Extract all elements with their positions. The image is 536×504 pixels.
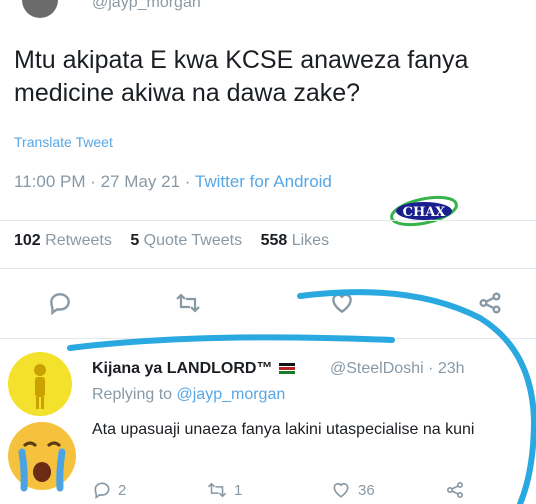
reply-retweet-button[interactable]: 1 (206, 480, 242, 500)
meta-separator: · (184, 172, 191, 191)
reply-avatar[interactable] (8, 352, 72, 416)
divider (0, 220, 536, 221)
meta-separator: · (428, 360, 438, 377)
reply-button[interactable] (40, 286, 80, 320)
translate-tweet-link[interactable]: Translate Tweet (14, 134, 113, 150)
replying-to: Replying to @jayp_morgan (92, 386, 285, 404)
quote-tweets-stat[interactable]: 5 Quote Tweets (130, 232, 242, 249)
reply-reply-button[interactable]: 2 (92, 480, 126, 500)
reply-handle-text: @SteelDoshi (330, 360, 424, 377)
author-handle[interactable]: @jayp_morgan (92, 0, 201, 12)
reply-time[interactable]: 23h (438, 360, 465, 377)
reply-count: 2 (118, 481, 127, 499)
share-icon (479, 292, 501, 314)
reply-like-button[interactable]: 36 (330, 480, 375, 500)
share-button[interactable] (470, 286, 510, 320)
kenya-flag-icon (278, 363, 295, 375)
retweet-button[interactable] (168, 286, 208, 320)
tweet-text: Mtu akipata E kwa KCSE anaweza fanya med… (14, 46, 469, 107)
reply-icon (94, 482, 110, 500)
replying-prefix: Replying to (92, 386, 173, 403)
reply-author-handle[interactable]: @SteelDoshi · 23h (330, 360, 465, 378)
crying-emoji-icon (8, 422, 76, 492)
like-icon (333, 482, 349, 498)
retweet-count: 1 (234, 481, 243, 499)
tweet-meta: 11:00 PM · 27 May 21 · Twitter for Andro… (14, 172, 332, 192)
replying-to-handle[interactable]: @jayp_morgan (177, 386, 286, 403)
reply-icon (50, 293, 70, 316)
reply-author-name[interactable]: Kijana ya LANDLORD™ (92, 360, 295, 378)
likes-stat[interactable]: 558 Likes (261, 232, 330, 249)
watermark-logo: CHAX (390, 195, 458, 227)
tweet-stats: 102 Retweets 5 Quote Tweets 558 Likes (14, 232, 329, 250)
like-button[interactable] (322, 286, 362, 320)
tweet-date[interactable]: 27 May 21 (101, 172, 180, 191)
meta-separator: · (90, 172, 96, 191)
divider (0, 338, 536, 339)
annotation-circle-stroke (297, 289, 536, 504)
retweet-icon (176, 293, 200, 313)
retweets-stat[interactable]: 102 Retweets (14, 232, 112, 249)
divider (0, 268, 536, 269)
tweet-source[interactable]: Twitter for Android (195, 172, 332, 191)
share-icon (447, 482, 463, 498)
reply-share-button[interactable] (444, 480, 466, 500)
like-icon (332, 293, 352, 314)
avatar-figure-icon (34, 364, 46, 409)
author-avatar[interactable] (22, 0, 58, 18)
retweet-icon (207, 482, 227, 498)
tweet-time: 11:00 PM (14, 172, 86, 191)
reply-author-name-text: Kijana ya LANDLORD™ (92, 360, 273, 377)
like-count: 36 (358, 481, 375, 499)
reply-text: Ata upasuaji unaeza fanya lakini utaspec… (92, 421, 475, 438)
watermark-text: CHAX (403, 205, 447, 220)
